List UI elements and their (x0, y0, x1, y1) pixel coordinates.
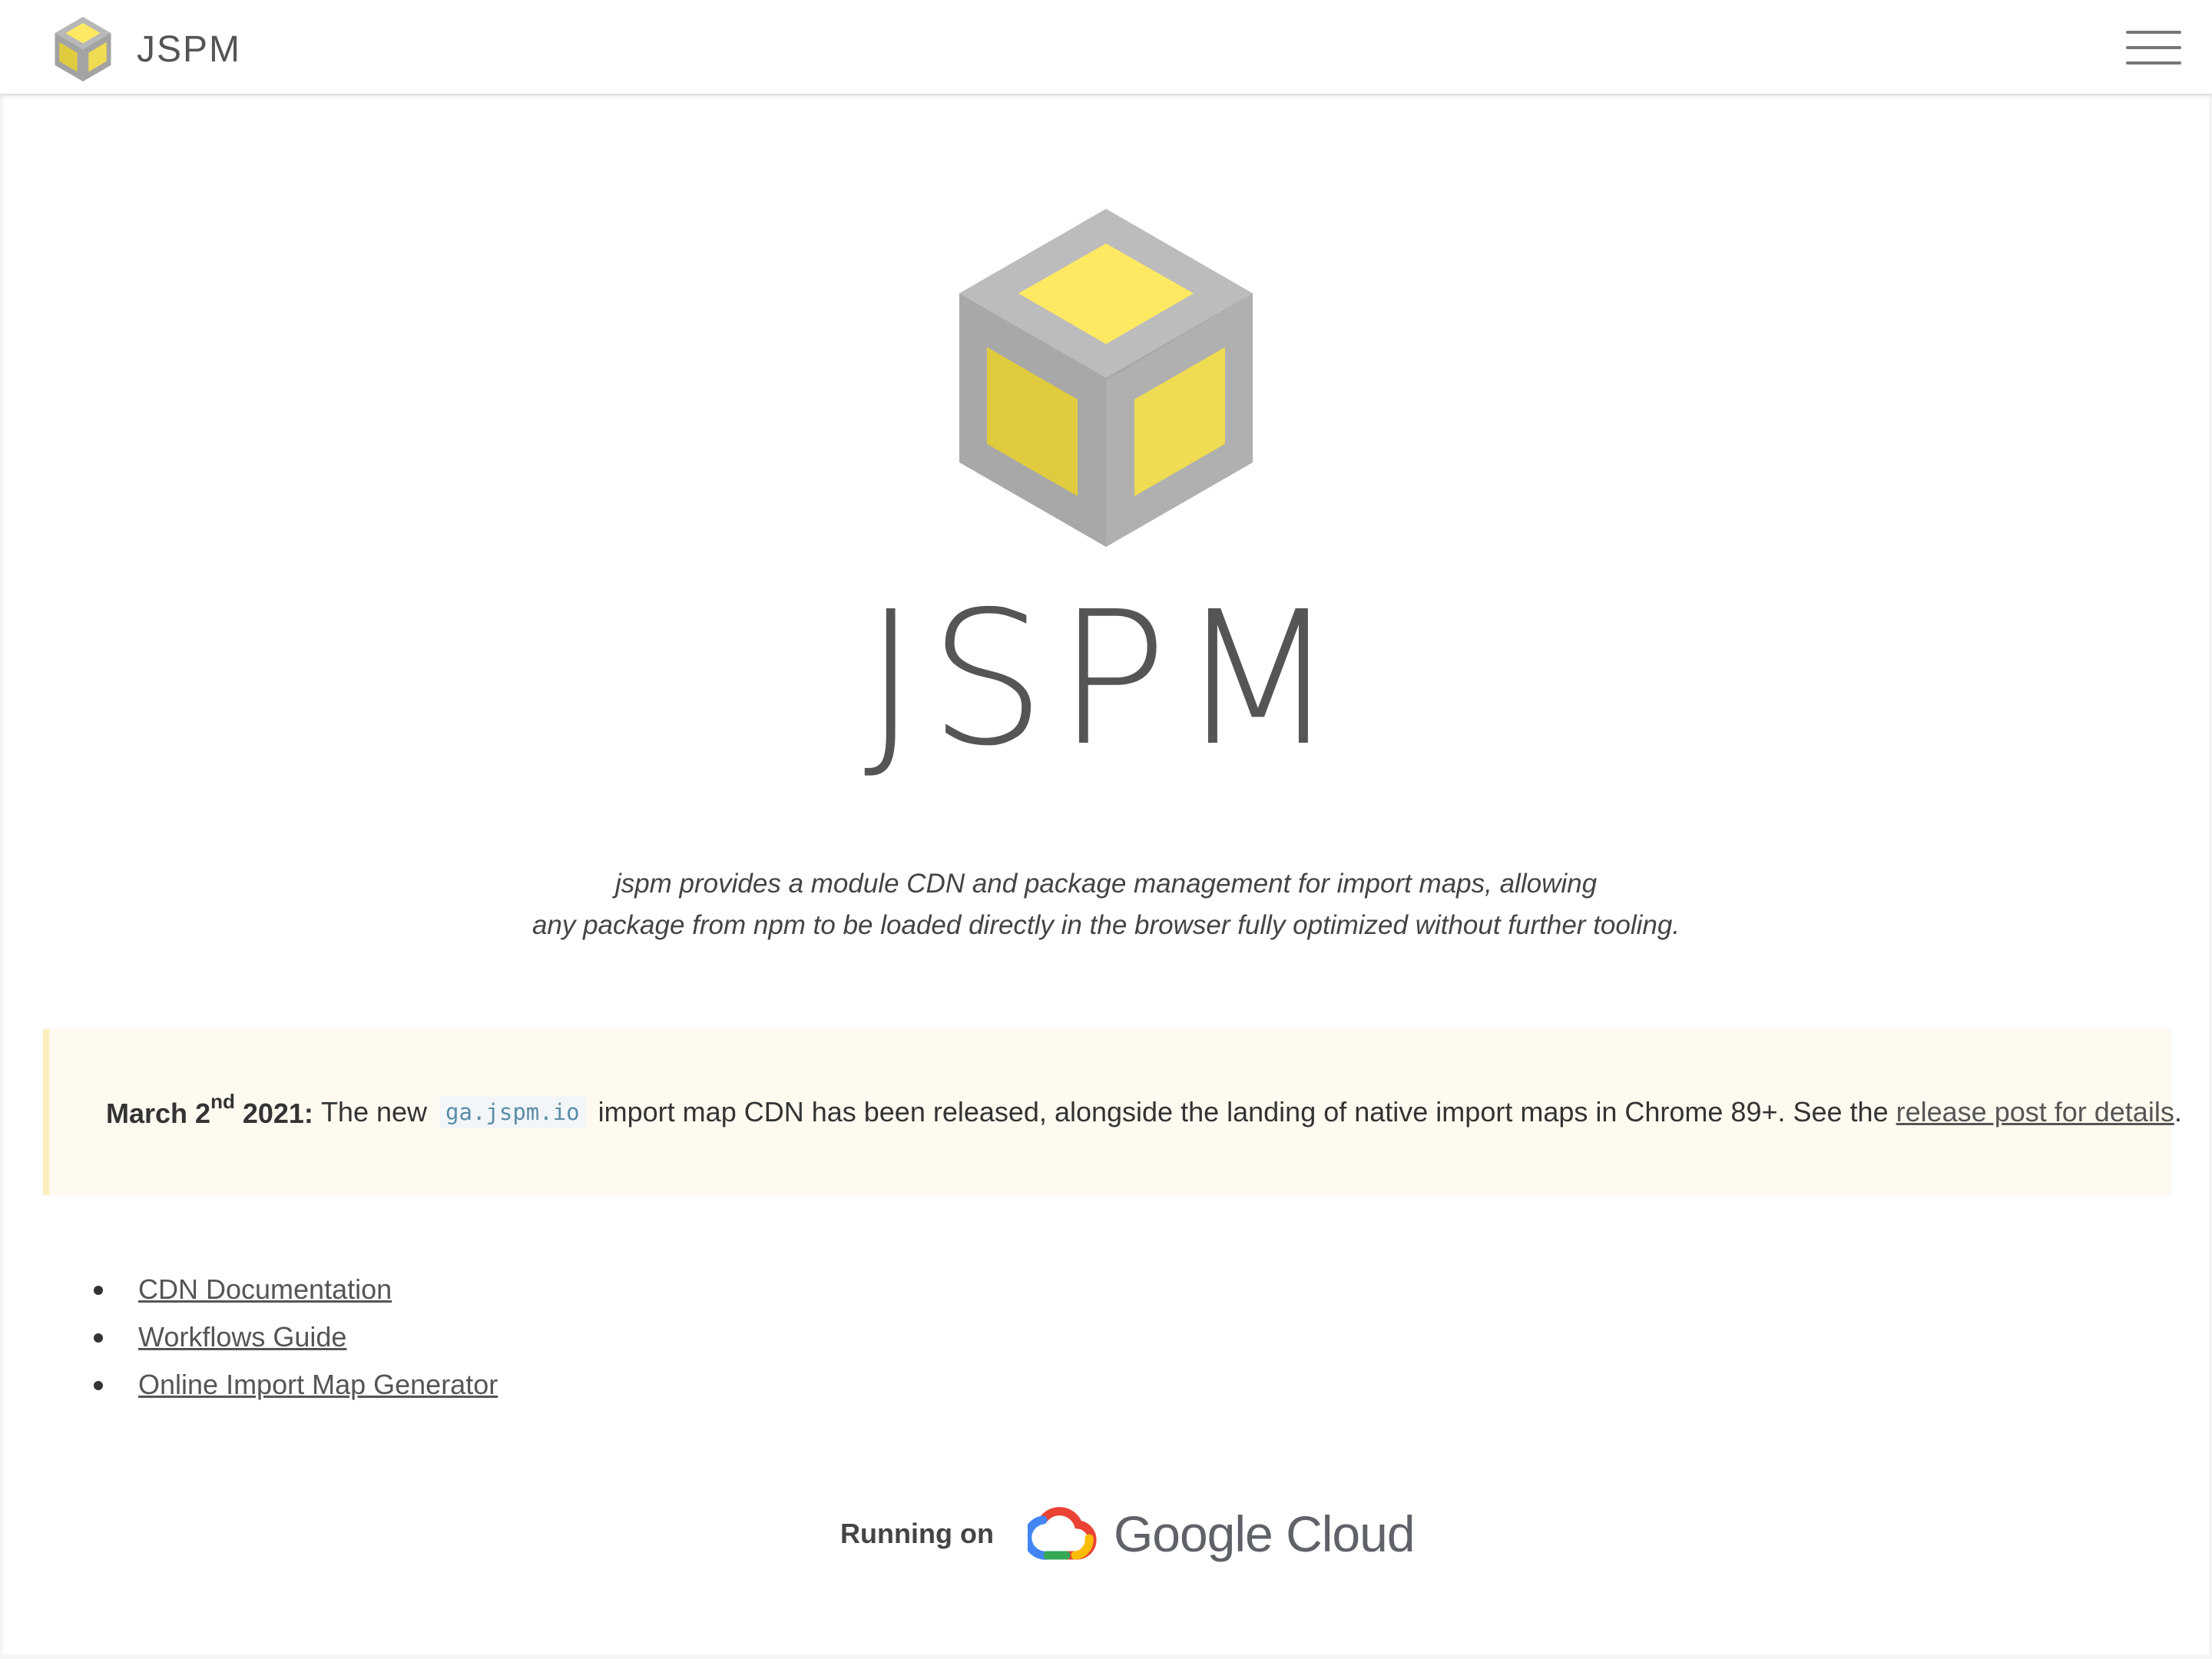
notice-text-end: . (2174, 1096, 2182, 1128)
brand-home-link[interactable]: JSPM (52, 17, 241, 81)
notice-text-before-code: The new (320, 1096, 428, 1128)
bullet-icon (94, 1381, 103, 1390)
bullet-icon (94, 1333, 103, 1343)
import-map-generator-link[interactable]: Online Import Map Generator (138, 1361, 498, 1409)
jspm-cube-icon (55, 17, 111, 81)
google-cloud-wordmark: Google Cloud (1113, 1505, 1416, 1562)
menu-bar-line (2126, 46, 2181, 49)
workflows-guide-link[interactable]: Workflows Guide (138, 1313, 346, 1361)
notice-date: March 2nd 2021: (106, 1090, 313, 1129)
announcement-notice: March 2nd 2021: The new ga.jspm.io impor… (43, 1029, 2182, 1195)
google-cloud-icon (1027, 1507, 1097, 1560)
brand-name: JSPM (137, 28, 242, 70)
bullet-icon (94, 1286, 103, 1295)
release-post-link[interactable]: release post for details (1896, 1096, 2174, 1128)
footer-sponsor: Running on Google Cloud (840, 1492, 1416, 1576)
hamburger-menu-icon[interactable] (2126, 28, 2181, 68)
menu-bar-line (2126, 61, 2181, 65)
tagline: jspm provides a module CDN and package m… (3, 863, 2209, 946)
top-navbar: JSPM (0, 0, 2212, 94)
menu-bar-line (2126, 31, 2181, 34)
main-content: JSPM jspm provides a module CDN and pack… (3, 95, 2209, 1654)
tagline-line-1: jspm provides a module CDN and package m… (614, 869, 1598, 899)
jspm-cube-logo-icon (959, 209, 1253, 547)
cdn-documentation-link[interactable]: CDN Documentation (138, 1266, 392, 1313)
cdn-code: ga.jspm.io (439, 1096, 586, 1128)
page-title: JSPM (863, 571, 1349, 786)
notice-text-after-code: import map CDN has been released, alongs… (598, 1096, 1889, 1128)
running-on-label: Running on (840, 1518, 994, 1549)
tagline-line-2: any package from npm to be loaded direct… (531, 910, 1681, 940)
notice-text: March 2nd 2021: The new ga.jspm.io impor… (106, 1029, 2182, 1195)
